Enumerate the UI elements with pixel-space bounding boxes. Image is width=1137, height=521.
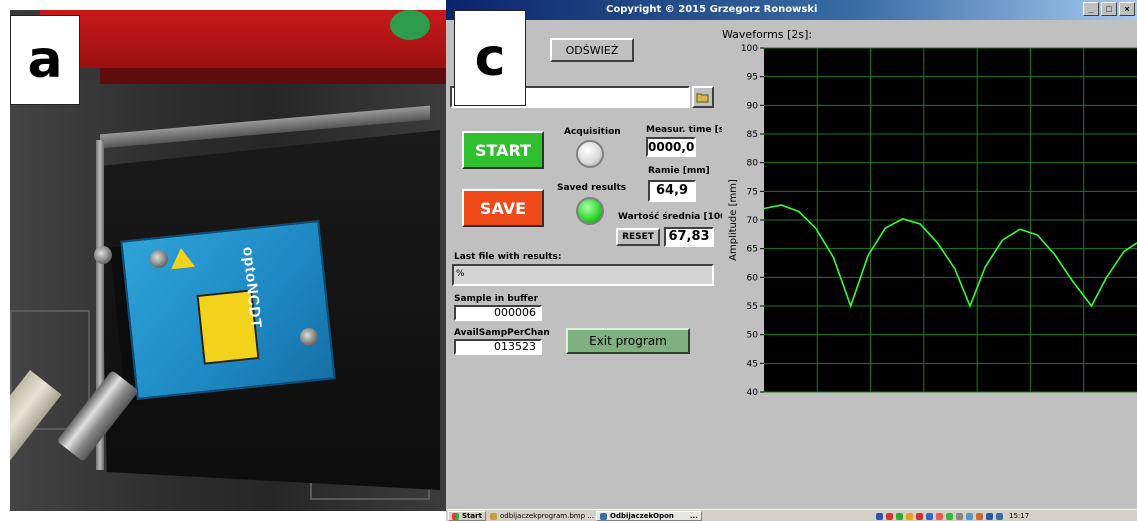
browse-folder-button[interactable] xyxy=(692,86,714,108)
reset-button[interactable]: RESET xyxy=(616,228,660,246)
y-tick-label: 90 xyxy=(747,101,759,111)
photo-red-frame-shadow xyxy=(100,68,446,84)
app-icon xyxy=(600,512,607,520)
y-tick-label: 100 xyxy=(741,44,758,54)
tray-icon[interactable] xyxy=(926,512,933,520)
y-tick-label: 55 xyxy=(747,302,758,312)
y-tick-label: 95 xyxy=(747,73,758,83)
mean-value: 67,83 xyxy=(664,227,714,247)
tray-icon[interactable] xyxy=(996,512,1003,520)
system-tray: 15:17 xyxy=(876,511,1029,521)
maximize-button[interactable]: □ xyxy=(1101,2,1117,16)
image-file-icon xyxy=(490,512,497,520)
taskbar-item-image-label: odbijaczekprogram.bmp ... xyxy=(500,512,594,520)
saved-results-label: Saved results xyxy=(557,183,627,193)
y-axis-label: Amplitude [mm] xyxy=(728,179,739,261)
sample-buffer-label: Sample in buffer xyxy=(454,294,539,304)
measure-time-value: 0000,0 xyxy=(646,137,696,157)
exit-program-button[interactable]: Exit program xyxy=(566,328,690,354)
last-file-label: Last file with results: xyxy=(454,252,562,262)
y-tick-label: 65 xyxy=(747,245,758,255)
acquisition-indicator-icon xyxy=(576,140,604,168)
taskbar-item-app-label: OdbijaczekOpon xyxy=(610,512,674,520)
folder-icon xyxy=(696,93,709,102)
tray-icon[interactable] xyxy=(906,512,913,520)
waveform-plot: 40 45 50 55 60 65 70 75 80 85 90 95 100 Amplitude [mm… xyxy=(728,44,1137,398)
tray-icon[interactable] xyxy=(876,512,883,520)
mean-value-label: Wartość średnia [100s] xyxy=(618,212,736,222)
start-button[interactable]: START xyxy=(462,131,544,169)
taskbar-item-app-ellipsis: ... xyxy=(689,512,698,520)
taskbar-clock: 15:17 xyxy=(1009,512,1030,520)
minimize-button[interactable]: _ xyxy=(1083,2,1099,16)
start-menu-label: Start xyxy=(462,512,482,520)
tray-icon[interactable] xyxy=(966,512,973,520)
tray-icon[interactable] xyxy=(976,512,983,520)
acquisition-label: Acquisition xyxy=(564,127,621,137)
avail-samples-label: AvailSampPerChan xyxy=(454,328,550,338)
tray-icon[interactable] xyxy=(946,512,953,520)
photo-green-object xyxy=(390,10,430,40)
tray-icon[interactable] xyxy=(956,512,963,520)
tray-icon[interactable] xyxy=(916,512,923,520)
y-tick-label: 45 xyxy=(747,359,758,369)
measure-time-label: Measur. time [s] xyxy=(646,125,729,135)
taskbar-item-app[interactable]: OdbijaczekOpon ... xyxy=(596,511,702,521)
chart-title: Waveforms [2s]: xyxy=(722,28,813,41)
start-menu-button[interactable]: Start xyxy=(448,511,486,521)
app-window: Copyright © 2015 Grzegorz Ronowski _ □ ×… xyxy=(446,0,1137,521)
save-button[interactable]: SAVE xyxy=(462,189,544,227)
taskbar-item-image[interactable]: odbijaczekprogram.bmp ... xyxy=(490,511,594,521)
screw-icon xyxy=(300,328,318,346)
taskbar: Start odbijaczekprogram.bmp ... Odbijacz… xyxy=(446,509,1137,521)
ramie-value: 64,9 xyxy=(648,180,696,202)
last-file-field: % xyxy=(452,264,714,286)
tray-icon[interactable] xyxy=(886,512,893,520)
windows-logo-icon xyxy=(452,512,459,520)
laser-warning-icon xyxy=(169,246,195,270)
y-tick-label: 50 xyxy=(747,331,759,341)
tray-icon[interactable] xyxy=(896,512,903,520)
saved-results-indicator-icon xyxy=(576,197,604,225)
y-tick-label: 85 xyxy=(747,130,758,140)
waveform-chart: 40 45 50 55 60 65 70 75 80 85 90 95 100 Amplitude [mm… xyxy=(722,42,1137,412)
y-tick-label: 75 xyxy=(747,187,758,197)
avail-samples-value: 013523 xyxy=(454,339,542,355)
window-controls: _ □ × xyxy=(1083,2,1135,16)
y-tick-label: 70 xyxy=(747,216,759,226)
ramie-label: Ramie [mm] xyxy=(648,166,710,176)
sample-buffer-value: 000006 xyxy=(454,305,542,321)
refresh-button[interactable]: ODŚWIEŻ xyxy=(550,38,634,62)
tray-icon[interactable] xyxy=(986,512,993,520)
panel-label-a: a xyxy=(10,15,80,105)
panel-label-c: c xyxy=(454,10,526,106)
y-tick-label: 40 xyxy=(747,388,759,398)
y-tick-label: 80 xyxy=(747,159,759,169)
window-title: Copyright © 2015 Grzegorz Ronowski xyxy=(606,4,818,15)
y-tick-label: 60 xyxy=(747,273,759,283)
screw-icon xyxy=(94,246,112,264)
photo-red-frame xyxy=(40,10,446,68)
window-titlebar: Copyright © 2015 Grzegorz Ronowski _ □ × xyxy=(446,0,1137,20)
screw-icon xyxy=(150,250,168,268)
close-button[interactable]: × xyxy=(1119,2,1135,16)
tray-icon[interactable] xyxy=(936,512,943,520)
